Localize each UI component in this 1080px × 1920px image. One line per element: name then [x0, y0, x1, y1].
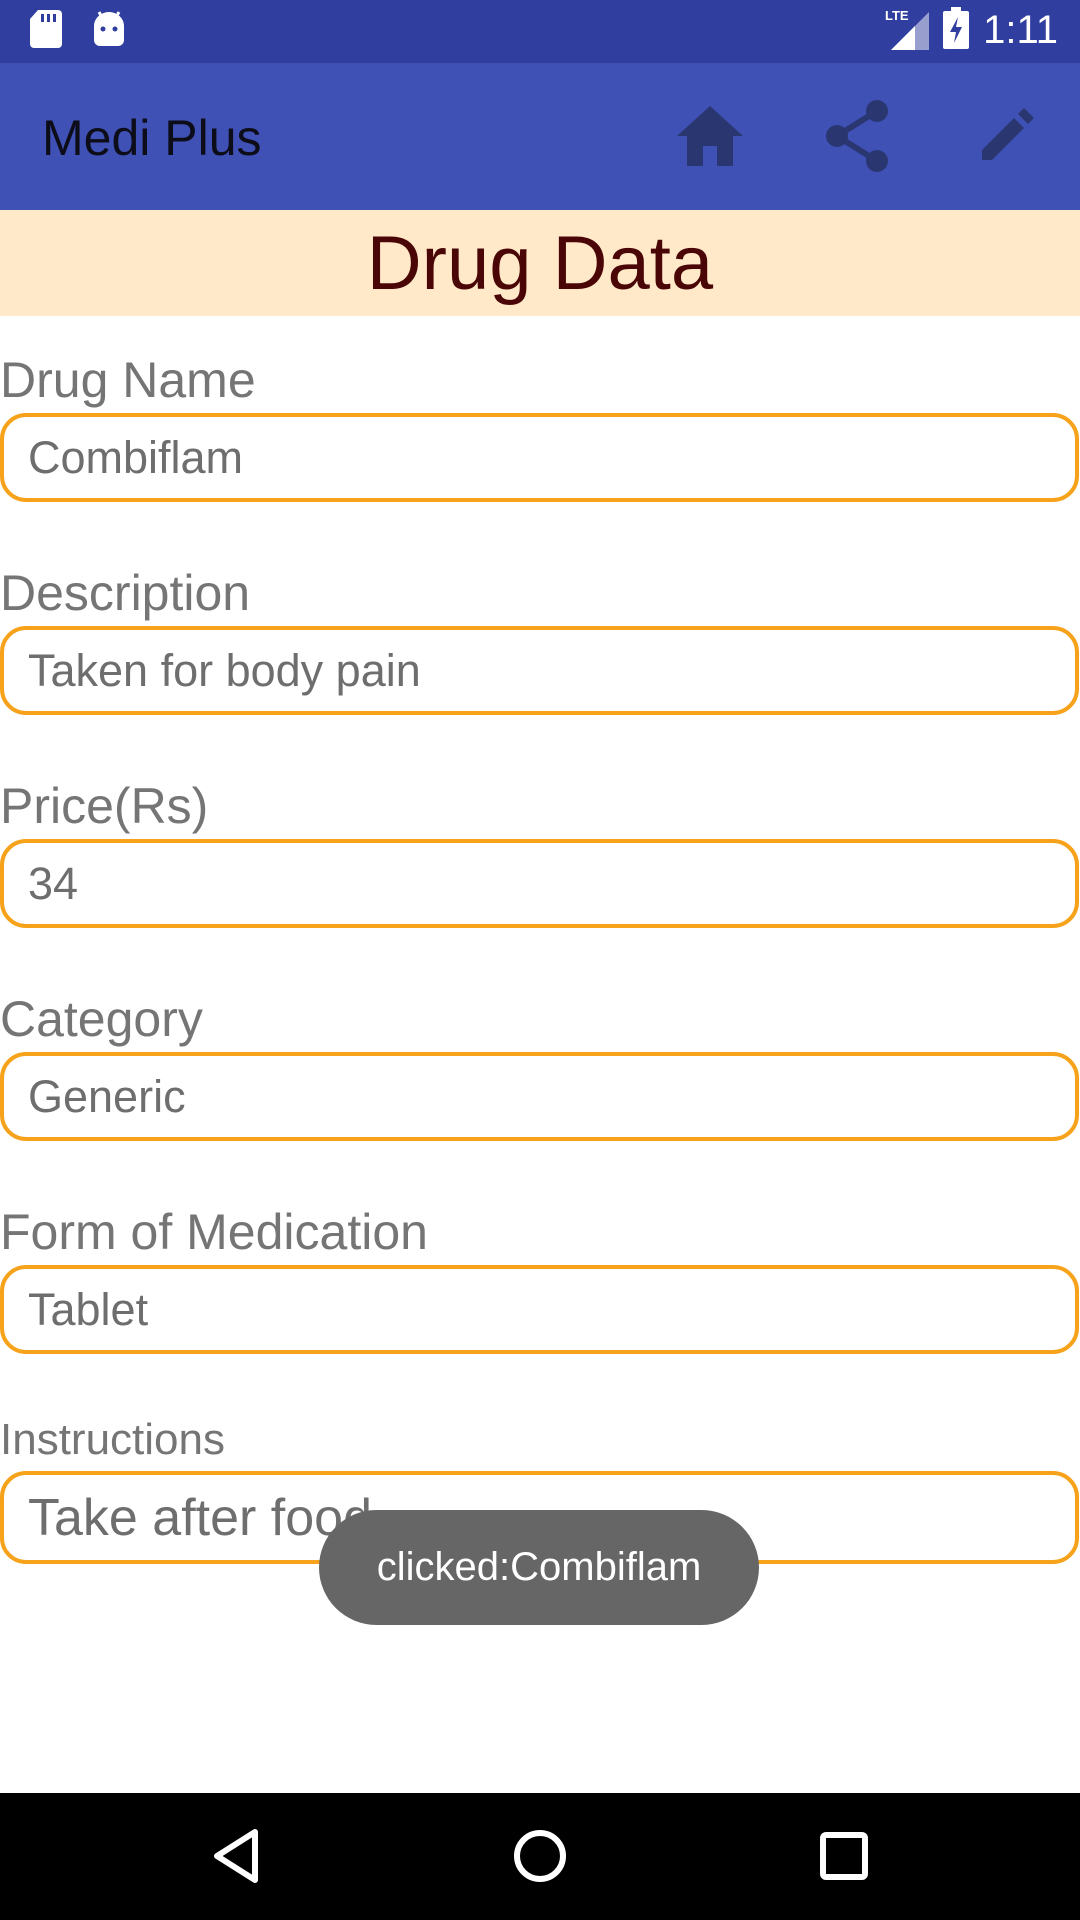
home-icon: [677, 106, 743, 166]
recents-icon: [820, 1832, 868, 1880]
signal-icon: LTE: [885, 6, 930, 55]
back-button[interactable]: [201, 1821, 271, 1891]
price-label: Price(Rs): [0, 778, 209, 834]
form-of-medication-label: Form of Medication: [0, 1204, 428, 1260]
recents-button[interactable]: [809, 1821, 879, 1891]
drug-name-field[interactable]: Combiflam: [0, 413, 1079, 502]
network-label: LTE: [885, 8, 909, 23]
home-nav-button[interactable]: [505, 1821, 575, 1891]
instructions-label: Instructions: [0, 1415, 225, 1464]
android-icon: [92, 10, 126, 53]
description-label: Description: [0, 565, 251, 621]
home-button[interactable]: [673, 99, 747, 173]
description-value: Taken for body pain: [28, 644, 421, 696]
drug-name-label: Drug Name: [0, 352, 256, 408]
edit-button[interactable]: [969, 99, 1043, 173]
price-value: 34: [28, 857, 79, 909]
battery-charging-icon: [943, 7, 970, 54]
home-circle-icon: [514, 1830, 566, 1882]
instructions-value: Take after food: [28, 1488, 372, 1547]
page-title: Drug Data: [366, 220, 714, 306]
drug-name-value: Combiflam: [28, 431, 244, 483]
form-of-medication-value: Tablet: [28, 1283, 149, 1335]
toast-message: clicked:Combiflam: [319, 1510, 759, 1625]
edit-icon: [982, 108, 1034, 160]
app-title: Medi Plus: [42, 110, 262, 166]
sd-card-icon: [30, 10, 62, 53]
app-bar: Medi Plus: [0, 63, 1080, 210]
form-of-medication-field[interactable]: Tablet: [0, 1265, 1079, 1354]
toast-text: clicked:Combiflam: [376, 1545, 702, 1589]
share-icon: [826, 100, 888, 172]
status-time: 1:11: [983, 8, 1058, 52]
share-button[interactable]: [821, 99, 895, 173]
status-bar: LTE 1:11: [0, 0, 1080, 63]
navigation-bar: [0, 1793, 1080, 1920]
description-field[interactable]: Taken for body pain: [0, 626, 1079, 715]
back-icon: [214, 1829, 258, 1883]
category-label: Category: [0, 991, 203, 1047]
price-field[interactable]: 34: [0, 839, 1079, 928]
header-banner: Drug Data: [0, 210, 1080, 316]
category-field[interactable]: Generic: [0, 1052, 1079, 1141]
category-value: Generic: [28, 1070, 186, 1122]
